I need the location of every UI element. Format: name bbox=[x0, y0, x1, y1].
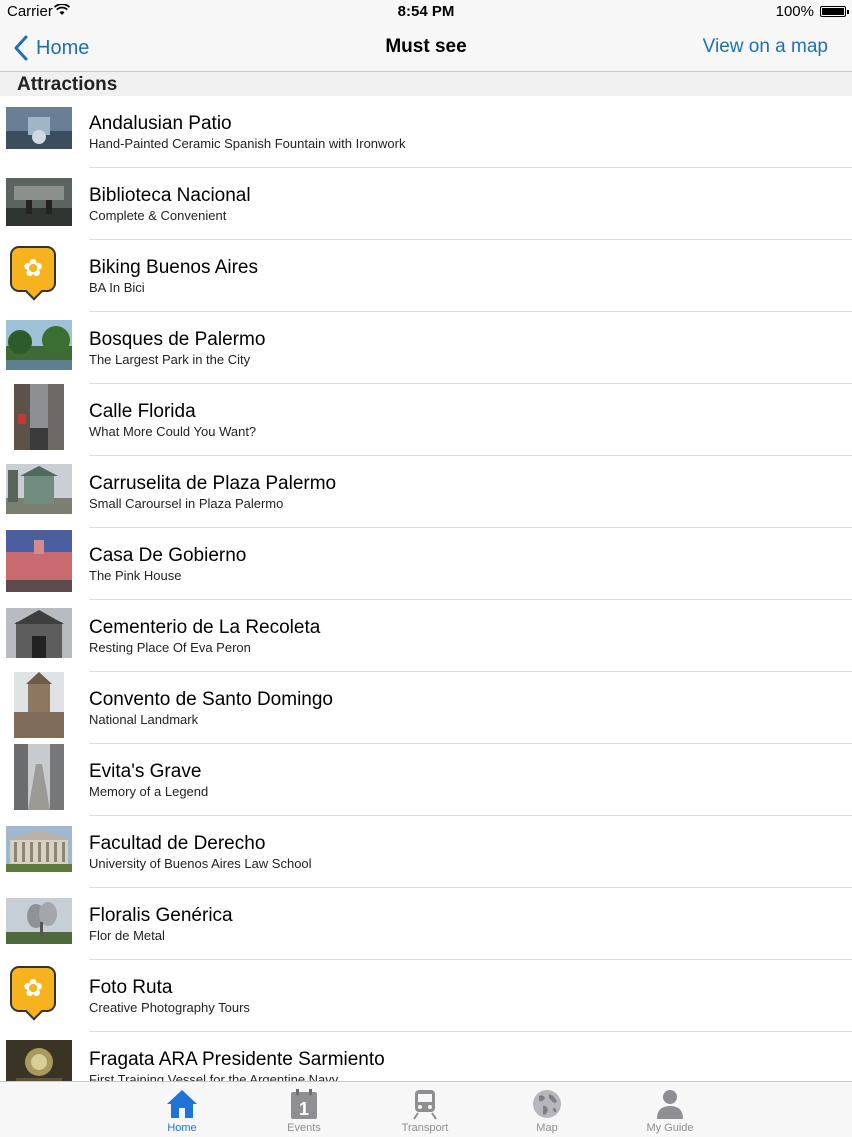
list-item[interactable]: Cementerio de La Recoleta Resting Place … bbox=[0, 600, 852, 672]
item-subtitle: What More Could You Want? bbox=[89, 424, 257, 439]
list-item[interactable]: Fragata ARA Presidente Sarmiento First T… bbox=[0, 1032, 852, 1081]
item-subtitle: Creative Photography Tours bbox=[89, 1000, 250, 1015]
thumbnail-image bbox=[6, 320, 72, 370]
item-title: Convento de Santo Domingo bbox=[89, 689, 333, 710]
item-subtitle: Flor de Metal bbox=[89, 928, 165, 943]
tab-label: My Guide bbox=[646, 1122, 694, 1134]
tab-label: Home bbox=[167, 1122, 197, 1134]
globe-icon bbox=[533, 1090, 561, 1118]
item-subtitle: First Training Vessel for the Argentine … bbox=[89, 1072, 339, 1081]
item-title: Calle Florida bbox=[89, 401, 196, 422]
thumbnail-image bbox=[14, 384, 64, 450]
item-subtitle: The Largest Park in the City bbox=[89, 352, 251, 367]
home-icon bbox=[167, 1090, 197, 1118]
tab-label: Map bbox=[536, 1122, 558, 1134]
tab-map[interactable]: Map bbox=[507, 1082, 587, 1137]
item-title: Cementerio de La Recoleta bbox=[89, 617, 321, 638]
item-subtitle: Memory of a Legend bbox=[89, 784, 209, 799]
item-title: Floralis Genérica bbox=[89, 905, 233, 926]
item-title: Bosques de Palermo bbox=[89, 329, 266, 350]
tab-my-guide[interactable]: My Guide bbox=[630, 1082, 710, 1137]
view-on-map-button[interactable]: View on a map bbox=[703, 36, 828, 58]
item-title: Carruselita de Plaza Palermo bbox=[89, 473, 337, 494]
list-item[interactable]: Casa De Gobierno The Pink House bbox=[0, 528, 852, 600]
status-bar: Carrier 8:54 PM 100% bbox=[0, 0, 852, 24]
list-item[interactable]: Carruselita de Plaza Palermo Small Carou… bbox=[0, 456, 852, 528]
list-item[interactable]: ✿ Foto Ruta Creative Photography Tours bbox=[0, 960, 852, 1032]
tab-label: Events bbox=[287, 1122, 321, 1134]
item-subtitle: Resting Place Of Eva Peron bbox=[89, 640, 251, 655]
app-logo-icon: ✿ bbox=[10, 966, 56, 1012]
tab-events[interactable]: 1 Events bbox=[264, 1082, 344, 1137]
app-logo-icon: ✿ bbox=[10, 246, 56, 292]
list-item[interactable]: ✿ Biking Buenos Aires BA In Bici bbox=[0, 240, 852, 312]
person-icon bbox=[657, 1090, 683, 1119]
item-title: Fragata ARA Presidente Sarmiento bbox=[89, 1049, 385, 1070]
item-subtitle: Hand-Painted Ceramic Spanish Fountain wi… bbox=[89, 136, 406, 151]
tab-bar: Home 1 Events Transport Map My Guide bbox=[0, 1081, 852, 1137]
list-item[interactable]: Biblioteca Nacional Complete & Convenien… bbox=[0, 168, 852, 240]
item-subtitle: University of Buenos Aires Law School bbox=[89, 856, 312, 871]
attractions-list[interactable]: Andalusian Patio Hand-Painted Ceramic Sp… bbox=[0, 96, 852, 1081]
battery-icon bbox=[820, 6, 849, 17]
thumbnail-image bbox=[6, 530, 72, 592]
item-title: Facultad de Derecho bbox=[89, 833, 266, 854]
item-title: Foto Ruta bbox=[89, 977, 173, 998]
item-subtitle: Complete & Convenient bbox=[89, 208, 227, 223]
list-item[interactable]: Andalusian Patio Hand-Painted Ceramic Sp… bbox=[0, 96, 852, 168]
navigation-bar: Home Must see View on a map bbox=[0, 24, 852, 72]
tab-home[interactable]: Home bbox=[142, 1082, 222, 1137]
battery-percent: 100% bbox=[775, 3, 814, 20]
tab-transport[interactable]: Transport bbox=[385, 1082, 465, 1137]
svg-text:1: 1 bbox=[299, 1099, 309, 1119]
item-subtitle: BA In Bici bbox=[89, 280, 145, 295]
list-item[interactable]: Evita's Grave Memory of a Legend bbox=[0, 744, 852, 816]
section-header: Attractions bbox=[0, 72, 852, 96]
thumbnail-image bbox=[6, 107, 72, 149]
item-title: Biblioteca Nacional bbox=[89, 185, 251, 206]
list-item[interactable]: Convento de Santo Domingo National Landm… bbox=[0, 672, 852, 744]
clock: 8:54 PM bbox=[397, 3, 455, 20]
item-subtitle: National Landmark bbox=[89, 712, 199, 727]
train-icon bbox=[413, 1090, 437, 1120]
thumbnail-image bbox=[14, 672, 64, 738]
item-title: Casa De Gobierno bbox=[89, 545, 247, 566]
thumbnail-image bbox=[6, 826, 72, 872]
list-item[interactable]: Floralis Genérica Flor de Metal bbox=[0, 888, 852, 960]
list-item[interactable]: Bosques de Palermo The Largest Park in t… bbox=[0, 312, 852, 384]
tab-label: Transport bbox=[401, 1122, 449, 1134]
thumbnail-image bbox=[6, 608, 72, 658]
item-title: Evita's Grave bbox=[89, 761, 202, 782]
thumbnail-image bbox=[6, 178, 72, 226]
list-item[interactable]: Calle Florida What More Could You Want? bbox=[0, 384, 852, 456]
section-title: Attractions bbox=[17, 74, 118, 95]
thumbnail-image bbox=[6, 464, 72, 514]
calendar-icon: 1 bbox=[291, 1089, 317, 1119]
thumbnail-image bbox=[6, 1040, 72, 1081]
item-subtitle: Small Caroursel in Plaza Palermo bbox=[89, 496, 284, 511]
thumbnail-image bbox=[14, 744, 64, 810]
item-title: Biking Buenos Aires bbox=[89, 257, 258, 278]
item-subtitle: The Pink House bbox=[89, 568, 182, 583]
list-item[interactable]: Facultad de Derecho University of Buenos… bbox=[0, 816, 852, 888]
item-title: Andalusian Patio bbox=[89, 113, 232, 134]
thumbnail-image bbox=[6, 898, 72, 944]
